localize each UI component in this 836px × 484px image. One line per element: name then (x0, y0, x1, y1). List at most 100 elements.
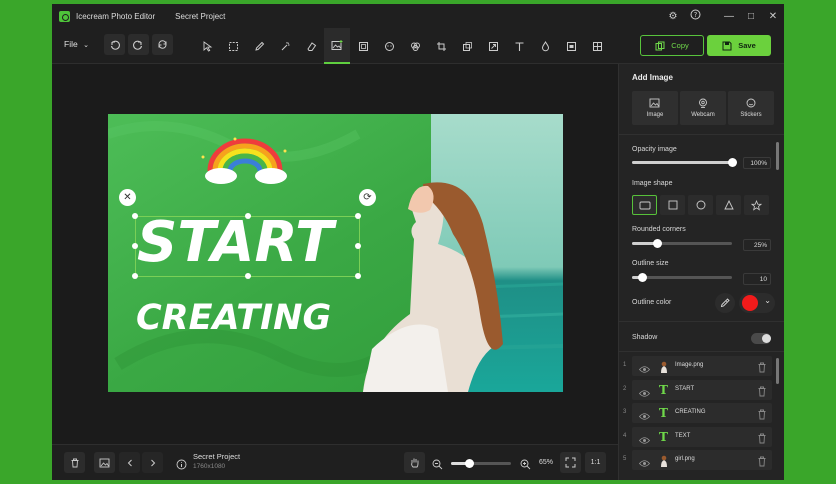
pencil-icon (254, 41, 264, 51)
minimize-button[interactable]: — (718, 11, 740, 22)
opacity-slider[interactable] (632, 158, 737, 167)
resize-handle[interactable] (245, 213, 251, 219)
edited-image[interactable]: START CREATING (108, 114, 563, 392)
layer-card[interactable]: T TEXT (632, 426, 772, 450)
shadow-label: Shadow (632, 334, 658, 341)
shape-triangle[interactable] (716, 195, 741, 215)
resize-handle[interactable] (355, 243, 361, 249)
opacity-value[interactable]: 100% (743, 157, 771, 169)
delete-element-icon[interactable]: ✕ (119, 189, 136, 206)
outline-size-value[interactable]: 10 (743, 273, 771, 285)
opacity-slider-knob[interactable] (728, 158, 737, 167)
next-button[interactable] (142, 452, 163, 473)
layers-scrollbar[interactable] (776, 358, 779, 384)
shape-square[interactable] (660, 195, 685, 215)
delete-button[interactable] (64, 452, 85, 473)
info-icon[interactable] (176, 457, 187, 475)
tool-color[interactable] (402, 28, 428, 64)
resize-handle[interactable] (355, 273, 361, 279)
eye-icon[interactable] (638, 408, 651, 426)
zoom-out-icon[interactable] (432, 457, 443, 475)
fit-screen-button[interactable] (560, 452, 581, 473)
tool-text[interactable] (506, 28, 532, 64)
tool-brush[interactable] (246, 28, 272, 64)
rounded-corners-slider[interactable] (632, 239, 732, 248)
actual-size-button[interactable]: 1:1 (585, 452, 606, 473)
tool-select[interactable] (194, 28, 220, 64)
resize-handle[interactable] (132, 273, 138, 279)
shape-rounded-rect[interactable] (632, 195, 657, 215)
reset-button[interactable] (152, 34, 173, 55)
layer-card[interactable]: girl.png (632, 450, 772, 470)
outline-size-slider-knob[interactable] (638, 273, 647, 282)
eye-icon[interactable] (638, 385, 651, 403)
resize-handle[interactable] (245, 273, 251, 279)
tab-webcam[interactable]: Webcam (680, 91, 726, 125)
save-button[interactable]: Save (707, 35, 771, 56)
tool-blur[interactable] (532, 28, 558, 64)
layer-row[interactable]: 4 T TEXT (619, 426, 784, 450)
add-image-icon (331, 39, 343, 50)
layer-card[interactable]: Image.png (632, 356, 772, 376)
outline-color-dropdown[interactable]: ⌄ (739, 293, 775, 313)
tool-add-image[interactable] (324, 28, 350, 64)
canvas-text-creating[interactable]: CREATING (136, 298, 331, 338)
tool-marquee[interactable] (220, 28, 246, 64)
zoom-slider-knob[interactable] (465, 459, 474, 468)
zoom-in-icon[interactable] (520, 457, 531, 475)
layer-row[interactable]: 3 T CREATING (619, 403, 784, 423)
trash-icon[interactable] (757, 360, 767, 378)
eye-icon[interactable] (638, 432, 651, 450)
maximize-button[interactable]: □ (740, 11, 762, 22)
undo-button[interactable] (104, 34, 125, 55)
eyedropper-button[interactable] (715, 293, 735, 313)
tool-resize[interactable] (454, 28, 480, 64)
shape-star[interactable] (744, 195, 769, 215)
rounded-corners-value[interactable]: 25% (743, 239, 771, 251)
tab-stickers[interactable]: Stickers (728, 91, 774, 125)
file-menu[interactable]: File ⌄ (64, 39, 89, 49)
trash-icon[interactable] (757, 454, 767, 472)
layer-row[interactable]: 5 girl.png (619, 450, 784, 470)
shadow-toggle[interactable] (751, 333, 771, 344)
chevron-right-icon (150, 459, 155, 466)
resize-handle[interactable] (355, 213, 361, 219)
trash-icon[interactable] (757, 407, 767, 425)
zoom-slider[interactable] (451, 459, 511, 468)
resize-handle[interactable] (132, 243, 138, 249)
tool-crop[interactable] (428, 28, 454, 64)
image-icon (99, 458, 110, 467)
layer-row[interactable]: 1 Image.png (619, 356, 784, 376)
rounded-corners-slider-knob[interactable] (653, 239, 662, 248)
rotate-icon[interactable]: ⟳ (359, 189, 376, 206)
shape-circle[interactable] (688, 195, 713, 215)
tool-background[interactable] (558, 28, 584, 64)
help-icon[interactable]: ? (684, 9, 706, 23)
layer-card[interactable]: T START (632, 379, 772, 403)
eye-icon[interactable] (638, 361, 651, 379)
layer-row[interactable]: 2 T START (619, 379, 784, 403)
project-dimensions: 1760x1080 (193, 463, 226, 470)
resize-handle[interactable] (132, 213, 138, 219)
trash-icon[interactable] (757, 431, 767, 449)
tool-transform[interactable] (480, 28, 506, 64)
pan-button[interactable] (404, 452, 425, 473)
layer-card[interactable]: T CREATING (632, 403, 772, 423)
tool-eraser[interactable] (298, 28, 324, 64)
layer-number: 3 (623, 409, 627, 415)
redo-button[interactable] (128, 34, 149, 55)
panel-scrollbar[interactable] (776, 142, 779, 170)
tool-collage[interactable] (584, 28, 610, 64)
tool-frame[interactable] (350, 28, 376, 64)
prev-button[interactable] (119, 452, 140, 473)
outline-size-slider[interactable] (632, 273, 732, 282)
eye-icon[interactable] (638, 455, 651, 473)
image-button[interactable] (94, 452, 115, 473)
tool-face[interactable] (376, 28, 402, 64)
tool-magic[interactable] (272, 28, 298, 64)
close-button[interactable]: ✕ (762, 11, 784, 22)
copy-button[interactable]: Copy (640, 35, 704, 56)
trash-icon[interactable] (757, 384, 767, 402)
settings-icon[interactable]: ⚙ (662, 11, 684, 22)
tab-image[interactable]: Image (632, 91, 678, 125)
